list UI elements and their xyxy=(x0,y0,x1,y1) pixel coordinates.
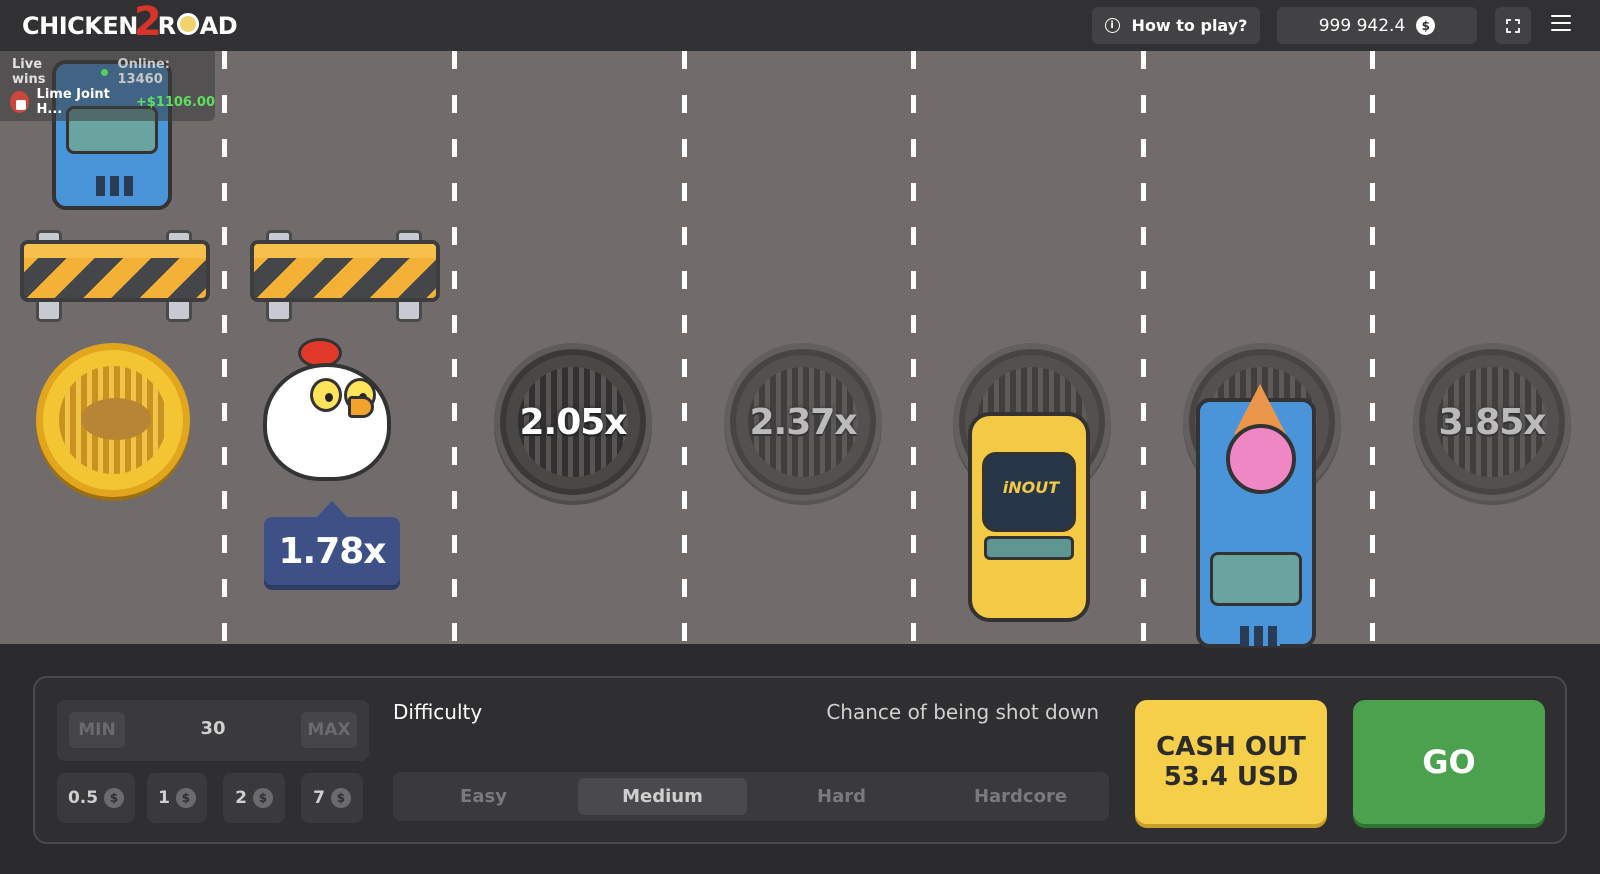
difficulty-hard[interactable]: Hard xyxy=(757,778,926,815)
difficulty-medium[interactable]: Medium xyxy=(578,778,747,815)
lane-divider xyxy=(452,51,457,644)
how-to-play-button[interactable]: i How to play? xyxy=(1092,7,1260,44)
winner-amount: +$1106.00 xyxy=(135,94,215,110)
egg-icon xyxy=(176,13,199,35)
dollar-coin-icon: $ xyxy=(175,788,196,808)
bet-amount-input[interactable]: 30 xyxy=(157,718,269,739)
logo-text-left: CHICKEN xyxy=(22,12,138,40)
lane-multiplier-value: 2.37x xyxy=(749,401,857,443)
road-barrier xyxy=(250,228,440,322)
quick-bet-chip[interactable]: 2 $ xyxy=(223,773,285,823)
avatar xyxy=(10,91,29,113)
fullscreen-button[interactable] xyxy=(1495,7,1531,44)
ice-cream-cone-icon xyxy=(1220,384,1300,494)
lane-multiplier-value: 3.85x xyxy=(1438,401,1546,443)
logo-text-right: AD xyxy=(199,12,238,40)
chip-value: 0.5 xyxy=(67,788,99,808)
lane-multiplier-value: 2.05x xyxy=(519,401,627,443)
game-logo: CHICKEN 2 R AD xyxy=(22,2,238,44)
difficulty-easy[interactable]: Easy xyxy=(399,778,568,815)
taxi-vehicle: iNOUT xyxy=(968,412,1090,622)
bet-control-panel: MIN 30 MAX 0.5 $ 1 $ 2 $ 7 $ Difficulty Chan… xyxy=(33,676,1567,844)
dollar-coin-icon: $ xyxy=(252,788,273,808)
dollar-coin-icon: $ xyxy=(104,788,125,808)
chance-label: Chance of being shot down xyxy=(826,700,1099,724)
taxi-sign-text: iNOUT xyxy=(1002,478,1060,497)
roast-chicken-icon xyxy=(81,398,151,440)
current-multiplier-tag: 1.78x xyxy=(264,501,400,585)
go-button[interactable]: GO xyxy=(1353,700,1545,824)
online-status-dot xyxy=(100,68,108,76)
chicken-eye xyxy=(310,378,342,412)
top-bar: CHICKEN 2 R AD i How to play? 999 942.4 … xyxy=(0,0,1600,51)
quick-bet-chip[interactable]: 0.5 $ xyxy=(57,773,135,823)
min-bet-button[interactable]: MIN xyxy=(69,712,125,748)
online-count: Online: 13460 xyxy=(117,57,171,87)
chip-value: 7 xyxy=(313,788,325,808)
dollar-coin-icon: $ xyxy=(330,788,351,808)
logo-number: 2 xyxy=(133,0,162,45)
road-barrier xyxy=(20,228,210,322)
how-to-play-label: How to play? xyxy=(1131,16,1248,35)
cash-out-amount: 53.4 USD xyxy=(1163,762,1299,792)
lane-multiplier-manhole[interactable]: 2.37x xyxy=(724,343,882,501)
lane-multiplier-manhole[interactable]: 2.05x xyxy=(494,343,652,501)
max-bet-button[interactable]: MAX xyxy=(301,712,357,748)
chip-value: 1 xyxy=(158,788,170,808)
info-icon: i xyxy=(1104,18,1120,33)
dollar-coin-icon: $ xyxy=(1416,16,1436,35)
fullscreen-icon xyxy=(1506,18,1520,33)
balance-display: 999 942.4 $ xyxy=(1277,7,1477,44)
bet-amount-box: MIN 30 MAX xyxy=(57,700,369,761)
cash-out-button[interactable]: CASH OUT 53.4 USD xyxy=(1135,700,1327,824)
difficulty-label: Difficulty xyxy=(393,700,483,724)
quick-bet-chip[interactable]: 7 $ xyxy=(301,773,363,823)
live-wins-panel: Live wins Online: 13460 Lime Joint H... … xyxy=(0,51,215,121)
chicken-beak xyxy=(348,396,374,418)
lane-divider xyxy=(222,51,227,644)
live-wins-title: Live wins xyxy=(12,57,46,87)
hamburger-menu-icon[interactable] xyxy=(1551,15,1571,33)
lane-divider xyxy=(911,51,916,644)
lane-multiplier-manhole[interactable]: 3.85x xyxy=(1413,343,1571,501)
lane-divider xyxy=(1141,51,1146,644)
live-win-entry: Lime Joint H... +$1106.00 xyxy=(10,87,215,117)
quick-bet-chip[interactable]: 1 $ xyxy=(147,773,207,823)
gold-manhole-cooked-chicken xyxy=(36,343,190,497)
difficulty-hardcore[interactable]: Hardcore xyxy=(936,778,1105,815)
winner-name: Lime Joint H... xyxy=(36,87,110,117)
lane-divider xyxy=(1370,51,1375,644)
cash-out-label: CASH OUT xyxy=(1156,732,1306,762)
chip-value: 2 xyxy=(235,788,247,808)
balance-value: 999 942.4 xyxy=(1318,15,1406,36)
difficulty-selector: Easy Medium Hard Hardcore xyxy=(393,772,1109,821)
lane-divider xyxy=(682,51,687,644)
chicken-character xyxy=(258,338,398,488)
